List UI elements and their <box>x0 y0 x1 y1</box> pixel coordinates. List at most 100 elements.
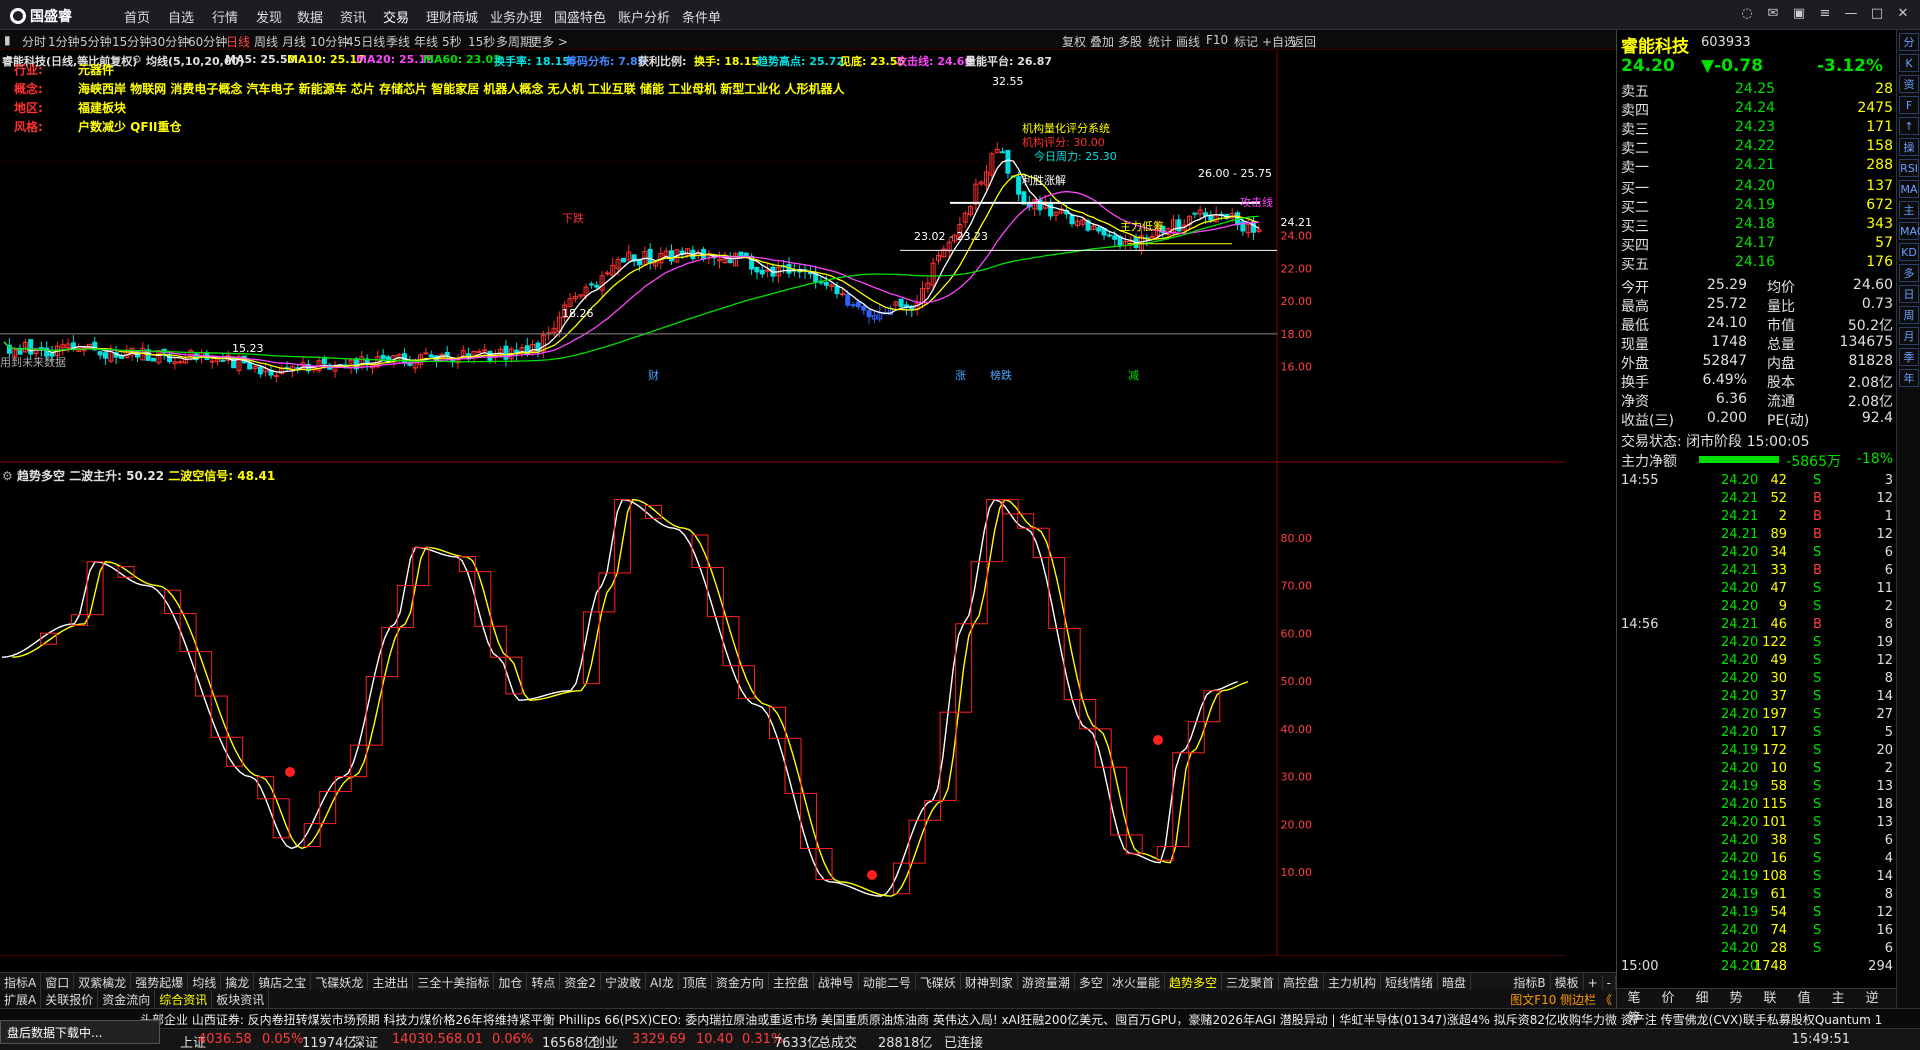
period-0[interactable]: 分时 <box>22 33 46 50</box>
quote-tab[interactable]: 笔 <box>1617 989 1651 1009</box>
quote-tab[interactable]: 价 <box>1651 989 1685 1009</box>
extension-tab[interactable]: 板块资讯 <box>212 990 270 1008</box>
right-info-tag[interactable]: 图文F10 侧边栏 《 <box>1510 991 1612 1008</box>
period-12[interactable]: 年线 <box>414 33 438 50</box>
indicator-tab[interactable]: 游资量潮 <box>1018 973 1075 990</box>
toolbar-6[interactable]: 标记 <box>1234 33 1258 50</box>
indicator-tab[interactable]: 趋势多空 <box>1165 973 1222 990</box>
app-logo[interactable]: 国盛睿 <box>10 6 72 26</box>
indicator-tab[interactable]: 主力机构 <box>1324 973 1382 990</box>
nav-6[interactable]: 交易 <box>383 7 409 26</box>
quote-tab[interactable]: 势 <box>1719 989 1753 1009</box>
indicator-tab[interactable]: 加仓 <box>494 973 528 990</box>
mail-icon[interactable]: ✉ <box>1764 5 1782 23</box>
period-14[interactable]: 15秒 <box>468 33 495 50</box>
sidebar-icon[interactable]: 月 <box>1899 327 1919 345</box>
tab-right[interactable]: 指标B <box>1509 973 1551 990</box>
toolbar-2[interactable]: 多股 <box>1118 33 1142 50</box>
indicator-tab[interactable]: 转点 <box>527 973 561 990</box>
ask-row[interactable]: 卖一 24.21 288 <box>1617 157 1897 176</box>
chart-area[interactable]: 16.00 18.00 20.00 22.00 24.0024.21 15.23 18.26… <box>0 50 1565 956</box>
period-6[interactable]: 日线 <box>226 33 250 50</box>
nav-3[interactable]: 发现 <box>256 7 282 26</box>
close-icon[interactable]: ✕ <box>1894 5 1912 23</box>
period-13[interactable]: 5秒 <box>442 33 462 50</box>
nav-1[interactable]: 自选 <box>168 7 194 26</box>
indicator-tab[interactable]: 短线情绪 <box>1381 973 1439 990</box>
tab-right[interactable]: 模板 <box>1551 973 1584 990</box>
bid-row[interactable]: 买五 24.16 176 <box>1617 254 1897 273</box>
indicator-tab[interactable]: 财神到家 <box>961 973 1018 990</box>
indicator-tab[interactable]: 主进出 <box>368 973 414 990</box>
period-1[interactable]: 1分钟 <box>48 33 80 50</box>
nav-0[interactable]: 首页 <box>124 7 150 26</box>
indicator-tab[interactable]: 主控盘 <box>769 973 814 990</box>
period-16[interactable]: 更多 > <box>530 33 568 50</box>
extension-tab[interactable]: 关联报价 <box>41 990 99 1008</box>
indicator-tab[interactable]: 三全十美指标 <box>413 973 495 990</box>
extension-tab[interactable]: 综合资讯 <box>155 990 213 1008</box>
quote-tab[interactable]: 细 <box>1685 989 1719 1009</box>
sidebar-icon[interactable]: 年 <box>1899 369 1919 387</box>
maximize-icon[interactable]: □ <box>1868 5 1886 23</box>
indicator-tab[interactable]: 三龙聚首 <box>1222 973 1279 990</box>
toolbar-7[interactable]: +自选 <box>1262 33 1296 50</box>
period-3[interactable]: 15分钟 <box>112 33 151 50</box>
sidebar-icon[interactable]: 主 <box>1899 201 1919 219</box>
sidebar-icon[interactable]: KD <box>1899 243 1919 261</box>
sidebar-icon[interactable]: F <box>1899 96 1919 114</box>
ask-row[interactable]: 卖三 24.23 171 <box>1617 119 1897 138</box>
sidebar-icon[interactable]: 多 <box>1899 264 1919 282</box>
indicator-tab[interactable]: 镇店之宝 <box>254 973 312 990</box>
sidebar-icon[interactable]: 分 <box>1899 33 1919 51</box>
sidebar-icon[interactable]: 操 <box>1899 138 1919 156</box>
sidebar-icon[interactable]: MACD <box>1899 222 1920 240</box>
bid-row[interactable]: 买一 24.20 137 <box>1617 178 1897 197</box>
ask-row[interactable]: 卖五 24.25 28 <box>1617 81 1897 100</box>
sidebar-icon[interactable]: K <box>1899 54 1919 72</box>
period-8[interactable]: 月线 <box>282 33 306 50</box>
indicator-tab[interactable]: 冰火量能 <box>1108 973 1165 990</box>
period-9[interactable]: 10分钟 <box>310 33 349 50</box>
period-15[interactable]: 多周期 <box>496 33 532 50</box>
extension-tab[interactable]: 资金流向 <box>98 990 156 1008</box>
sidebar-icon[interactable]: 资 <box>1899 75 1919 93</box>
indicator-tab[interactable]: 资金2 <box>560 973 602 990</box>
quote-tab[interactable]: 联 <box>1753 989 1787 1009</box>
sidebar-icon[interactable]: MA <box>1899 180 1919 198</box>
indicator-tab[interactable]: 资金方向 <box>712 973 769 990</box>
indicator-tab[interactable]: 高控盘 <box>1279 973 1324 990</box>
indicator-tab[interactable]: AI龙 <box>646 973 679 990</box>
indicator-tab[interactable]: 双紫檎龙 <box>74 973 132 990</box>
period-2[interactable]: 5分钟 <box>80 33 112 50</box>
period-7[interactable]: 周线 <box>254 33 278 50</box>
sidebar-icon[interactable]: ↑ <box>1899 117 1919 135</box>
nav-5[interactable]: 资讯 <box>340 7 366 26</box>
toolbar-4[interactable]: 画线 <box>1176 33 1200 50</box>
nav-4[interactable]: 数据 <box>297 7 323 26</box>
indicator-tab[interactable]: 战神号 <box>814 973 859 990</box>
indicator-tab[interactable]: 飞碟妖 <box>916 973 961 990</box>
indicator-tab[interactable]: 宁波敢 <box>601 973 647 990</box>
nav-2[interactable]: 行情 <box>212 7 238 26</box>
indicator-tab[interactable]: 指标A <box>0 973 42 990</box>
indicator-tab[interactable]: 暗盘 <box>1438 973 1472 990</box>
ask-row[interactable]: 卖二 24.22 158 <box>1617 138 1897 157</box>
toolbar-5[interactable]: F10 <box>1206 33 1228 47</box>
nav-9[interactable]: 国盛特色 <box>554 7 606 26</box>
sidebar-icon[interactable]: 季 <box>1899 348 1919 366</box>
period-5[interactable]: 60分钟 <box>188 33 227 50</box>
chat-icon[interactable]: ◌ <box>1738 5 1756 23</box>
nav-11[interactable]: 条件单 <box>682 7 721 26</box>
ask-row[interactable]: 卖四 24.24 2475 <box>1617 100 1897 119</box>
toolbar-3[interactable]: 统计 <box>1148 33 1172 50</box>
menu-icon[interactable]: ≡ <box>1816 5 1834 23</box>
indicator-tab[interactable]: 动能二号 <box>859 973 916 990</box>
period-10[interactable]: 45日线 <box>346 33 385 50</box>
indicator-tab[interactable]: 均线 <box>188 973 222 990</box>
sidebar-icon[interactable]: 周 <box>1899 306 1919 324</box>
extension-tab[interactable]: 扩展A <box>0 990 42 1008</box>
quote-tab[interactable]: 主 <box>1821 989 1855 1009</box>
skin-icon[interactable]: ▣ <box>1790 5 1808 23</box>
toolbar-0[interactable]: 复权 <box>1062 33 1086 50</box>
